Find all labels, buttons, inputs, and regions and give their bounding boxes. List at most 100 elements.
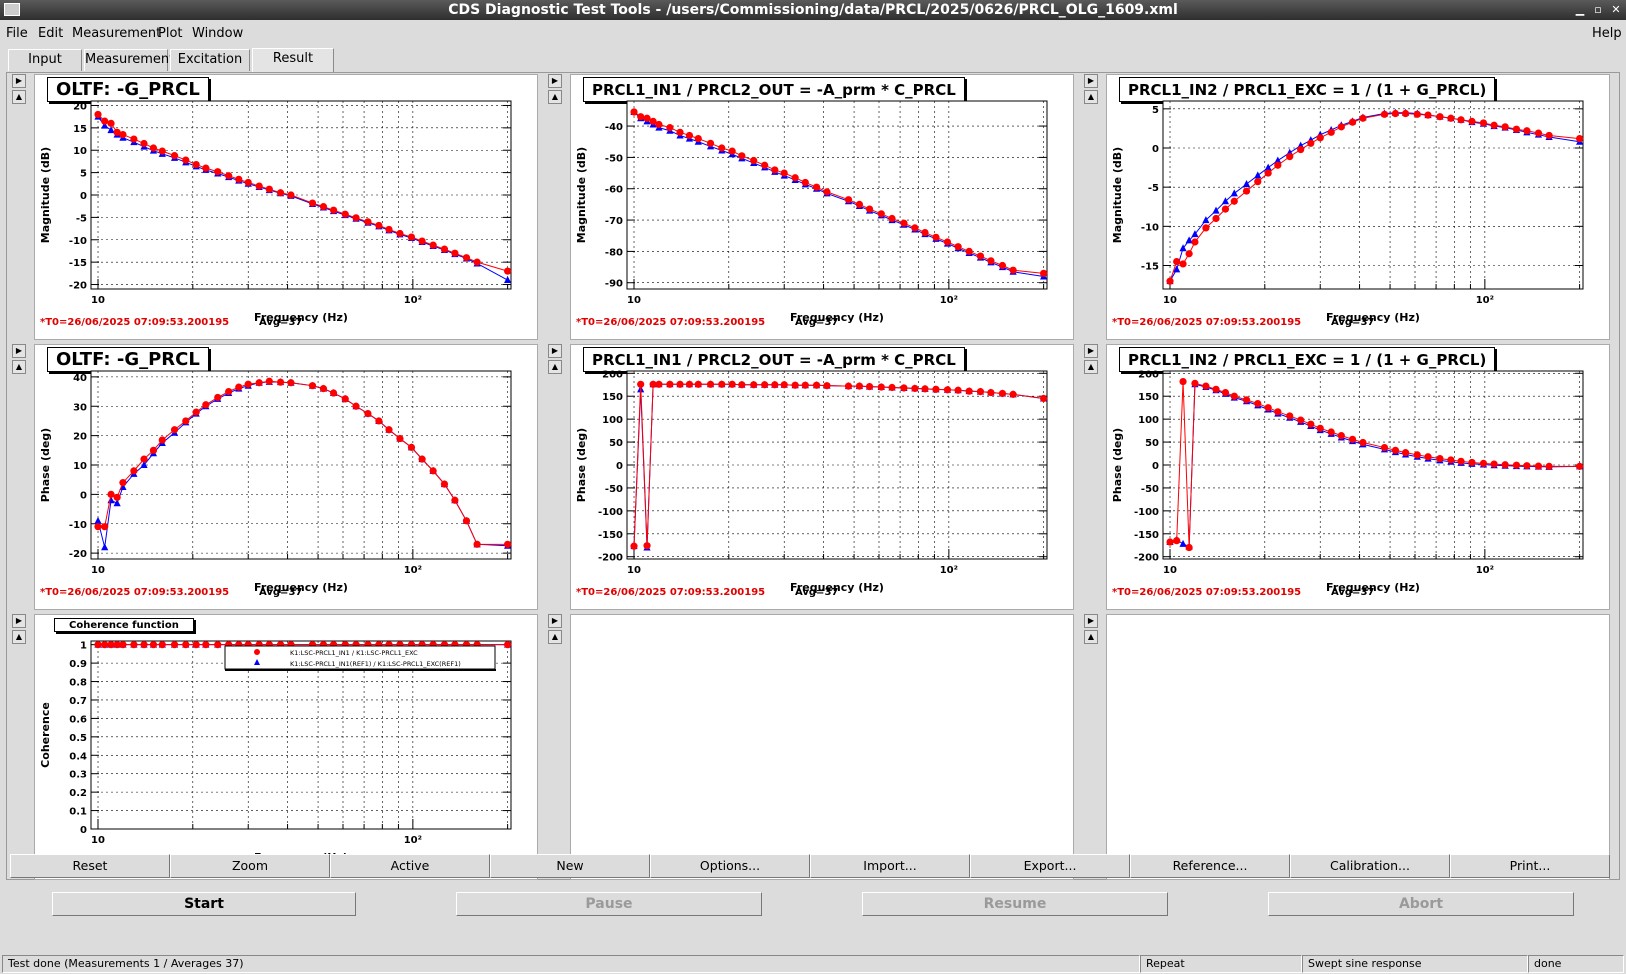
y-tick-label: 200 xyxy=(602,369,623,380)
data-point xyxy=(1040,269,1048,277)
data-point xyxy=(888,383,896,392)
tab-result[interactable]: Result xyxy=(252,48,334,72)
abort-button[interactable]: Abort xyxy=(1268,892,1574,916)
reset-button[interactable]: Reset xyxy=(10,854,170,878)
data-point xyxy=(255,379,263,387)
y-tick-label: 1 xyxy=(80,641,87,652)
maximize-icon[interactable]: ▫ xyxy=(1590,2,1606,18)
data-point xyxy=(101,641,109,649)
data-point xyxy=(429,467,437,475)
menu-file[interactable]: File xyxy=(6,26,28,41)
tab-excitation[interactable]: Excitation xyxy=(170,49,250,71)
data-point xyxy=(170,426,179,434)
data-point xyxy=(451,249,459,257)
data-point xyxy=(1212,385,1220,393)
data-point xyxy=(341,210,349,218)
x-tick-label: 10² xyxy=(940,295,958,306)
pane-next-arrow-icon[interactable]: ▶ xyxy=(1084,344,1098,358)
menu-edit[interactable]: Edit xyxy=(38,26,63,41)
data-point xyxy=(921,385,929,393)
pane-prev-arrow-icon[interactable]: ▲ xyxy=(548,90,562,104)
pane-next-arrow-icon[interactable]: ▶ xyxy=(548,614,562,628)
data-point xyxy=(1534,462,1543,470)
export-button[interactable]: Export... xyxy=(970,854,1130,878)
tab-measurement[interactable]: Measurement xyxy=(84,49,174,71)
data-point xyxy=(1316,134,1324,142)
new-button[interactable]: New xyxy=(490,854,650,878)
pane-prev-arrow-icon[interactable]: ▲ xyxy=(1084,360,1098,374)
plot-button-row: Reset Zoom Active New Options... Import.… xyxy=(10,854,1610,878)
data-point xyxy=(630,542,638,550)
pane-next-arrow-icon[interactable]: ▶ xyxy=(12,614,26,628)
data-point xyxy=(998,389,1007,398)
data-point xyxy=(1348,118,1357,126)
y-tick-label: 0.6 xyxy=(69,714,87,725)
data-point xyxy=(1009,390,1017,398)
minimize-icon[interactable]: ▁ xyxy=(1572,2,1588,18)
y-tick-label: -50 xyxy=(1141,484,1159,495)
data-point xyxy=(1009,266,1017,274)
calibration-button[interactable]: Calibration... xyxy=(1290,854,1450,878)
data-point xyxy=(1436,113,1444,121)
status-bar: Test done (Measurements 1 / Averages 37)… xyxy=(0,954,1626,974)
pane-prev-arrow-icon[interactable]: ▲ xyxy=(12,90,26,104)
y-tick-label: 0.8 xyxy=(69,678,87,689)
tab-bar: Input Measurement Excitation Result xyxy=(0,48,1626,72)
pane-prev-arrow-icon[interactable]: ▲ xyxy=(12,630,26,644)
resume-button[interactable]: Resume xyxy=(862,892,1168,916)
import-button[interactable]: Import... xyxy=(810,854,970,878)
chart-area[interactable]: -15-10-50510 10²Frequency (Hz)Magnitude (… xyxy=(1107,89,1611,329)
x-tick-label: 10 xyxy=(1163,565,1177,576)
options-button[interactable]: Options... xyxy=(650,854,810,878)
data-point xyxy=(440,480,449,488)
data-point xyxy=(214,641,222,649)
data-point xyxy=(1501,123,1509,131)
active-button[interactable]: Active xyxy=(330,854,490,878)
y-tick-label: 0 xyxy=(1152,144,1159,155)
data-point xyxy=(801,178,809,187)
pane-prev-arrow-icon[interactable]: ▲ xyxy=(1084,630,1098,644)
chart-area[interactable]: -90-80-70-60-50-4010 10²Frequency (Hz)Mag… xyxy=(571,89,1075,329)
legend-entry: K1:LSC-PRCL1_IN1 / K1:LSC-PRCL1_EXC xyxy=(290,649,418,657)
menu-help[interactable]: Help xyxy=(1592,26,1622,41)
chart-area[interactable]: 00.10.20.30.40.50.60.70.80.911010²Freque… xyxy=(35,629,539,869)
pane-next-arrow-icon[interactable]: ▶ xyxy=(12,74,26,88)
chart-area[interactable]: -200-150-100-5005010015020010 10²Frequenc… xyxy=(1107,359,1611,599)
zoom-button[interactable]: Zoom xyxy=(170,854,330,878)
pane-next-arrow-icon[interactable]: ▶ xyxy=(12,344,26,358)
data-point xyxy=(728,380,736,388)
data-point xyxy=(158,147,166,155)
pane-prev-arrow-icon[interactable]: ▲ xyxy=(1084,90,1098,104)
menu-bar: File Edit Measurement Plot Window Help xyxy=(0,22,1626,46)
data-point xyxy=(319,203,328,211)
chart-area[interactable]: -20-1001020304010 10²Frequency (Hz)Phase … xyxy=(35,359,539,599)
menu-measurement[interactable]: Measurement xyxy=(72,26,161,41)
tab-input[interactable]: Input xyxy=(8,49,82,71)
data-point xyxy=(643,114,651,122)
pane-prev-arrow-icon[interactable]: ▲ xyxy=(12,360,26,374)
y-tick-label: -10 xyxy=(69,520,87,531)
data-point xyxy=(1242,396,1251,404)
pane-next-arrow-icon[interactable]: ▶ xyxy=(548,74,562,88)
close-icon[interactable]: ✕ xyxy=(1608,2,1624,18)
pane-prev-arrow-icon[interactable]: ▲ xyxy=(548,630,562,644)
chart-area[interactable]: -200-150-100-5005010015020010 10²Frequenc… xyxy=(571,359,1075,599)
chart-area[interactable]: -20-15-10-50510152010 10²Frequency (Hz)Ma… xyxy=(35,89,539,329)
start-button[interactable]: Start xyxy=(52,892,356,916)
data-point xyxy=(844,382,853,390)
data-point xyxy=(255,182,263,190)
data-point xyxy=(158,641,166,649)
data-point xyxy=(1286,153,1294,161)
pane-prev-arrow-icon[interactable]: ▲ xyxy=(548,360,562,374)
print-button[interactable]: Print... xyxy=(1450,854,1610,878)
pane-next-arrow-icon[interactable]: ▶ xyxy=(1084,614,1098,628)
menu-window[interactable]: Window xyxy=(192,26,243,41)
window-menu-icon[interactable] xyxy=(4,3,20,16)
pane-next-arrow-icon[interactable]: ▶ xyxy=(1084,74,1098,88)
reference-button[interactable]: Reference... xyxy=(1130,854,1290,878)
average-count-label: Avg=37 xyxy=(795,317,839,328)
pane-next-arrow-icon[interactable]: ▶ xyxy=(548,344,562,358)
data-point xyxy=(1523,462,1531,470)
menu-plot[interactable]: Plot xyxy=(158,26,183,41)
pause-button[interactable]: Pause xyxy=(456,892,762,916)
